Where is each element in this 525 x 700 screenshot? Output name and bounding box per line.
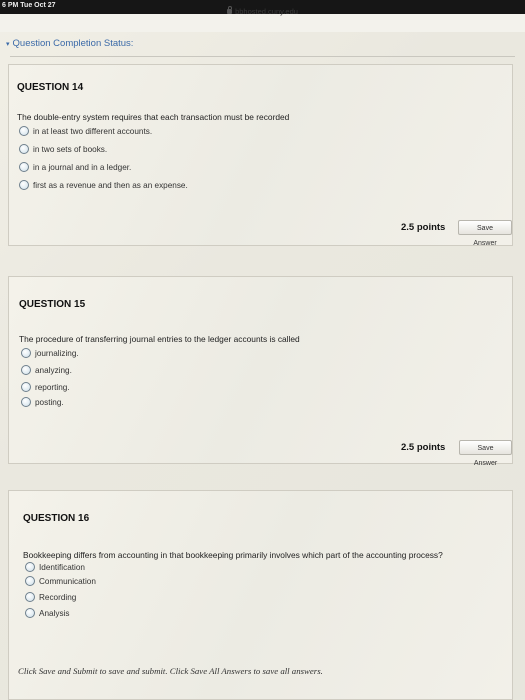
option-a[interactable]: in at least two different accounts. — [19, 126, 152, 136]
option-label: analyzing. — [35, 365, 72, 375]
address-bar[interactable]: bbhosted.cuny.edu — [0, 0, 525, 22]
radio-button[interactable] — [21, 348, 31, 358]
lock-icon — [227, 6, 233, 14]
option-label: Recording — [39, 592, 77, 602]
question-title: QUESTION 16 — [23, 513, 90, 524]
question-title: QUESTION 14 — [17, 82, 84, 93]
url-text: bbhosted.cuny.edu — [235, 7, 298, 16]
radio-button[interactable] — [21, 397, 31, 407]
option-label: reporting. — [35, 382, 70, 392]
option-label: Analysis — [39, 608, 70, 618]
option-d[interactable]: first as a revenue and then as an expens… — [19, 180, 188, 190]
points-label: 2.5 points — [401, 222, 446, 233]
question-prompt: The procedure of transferring journal en… — [19, 334, 300, 344]
option-a[interactable]: journalizing. — [21, 348, 79, 358]
option-d[interactable]: posting. — [21, 397, 64, 407]
radio-button[interactable] — [19, 162, 29, 172]
option-label: Communication — [39, 576, 96, 586]
divider — [10, 56, 515, 57]
question-14-box: QUESTION 14 The double-entry system requ… — [8, 64, 513, 247]
radio-button[interactable] — [21, 382, 31, 392]
option-a[interactable]: Identification — [25, 562, 85, 572]
option-b[interactable]: in two sets of books. — [19, 144, 107, 154]
option-label: in two sets of books. — [33, 144, 108, 154]
option-b[interactable]: Communication — [25, 576, 96, 586]
option-label: posting. — [35, 397, 64, 407]
radio-button[interactable] — [21, 365, 31, 375]
option-label: in a journal and in a ledger. — [33, 162, 132, 172]
url-display[interactable]: bbhosted.cuny.edu — [227, 6, 298, 16]
option-label: in at least two different accounts. — [33, 126, 153, 136]
option-c[interactable]: reporting. — [21, 382, 70, 392]
question-15-box: QUESTION 15 The procedure of transferrin… — [8, 276, 513, 467]
question-title: QUESTION 15 — [19, 299, 86, 310]
radio-button[interactable] — [25, 608, 35, 618]
option-label: first as a revenue and then as an expens… — [33, 180, 188, 190]
option-d[interactable]: Analysis — [25, 608, 70, 618]
question-completion-status[interactable]: ▾ Question Completion Status: — [6, 38, 133, 49]
option-label: Identification — [39, 562, 85, 572]
points-label: 2.5 points — [401, 442, 446, 453]
radio-button[interactable] — [19, 144, 29, 154]
question-prompt: Bookkeeping differs from accounting in t… — [23, 550, 443, 560]
option-c[interactable]: Recording — [25, 592, 76, 602]
radio-button[interactable] — [25, 592, 35, 602]
option-label: journalizing. — [35, 348, 79, 358]
completion-status-label: Question Completion Status: — [12, 38, 134, 49]
option-c[interactable]: in a journal and in a ledger. — [19, 162, 131, 172]
option-b[interactable]: analyzing. — [21, 365, 72, 375]
expand-triangle-icon: ▾ — [6, 41, 10, 48]
radio-button[interactable] — [25, 562, 35, 572]
radio-button[interactable] — [19, 126, 29, 136]
radio-button[interactable] — [25, 576, 35, 586]
footer-instructions: Click Save and Submit to save and submit… — [18, 666, 323, 676]
question-prompt: The double-entry system requires that ea… — [17, 112, 290, 122]
save-answer-button[interactable]: Save Answer — [459, 440, 512, 467]
radio-button[interactable] — [19, 180, 29, 190]
save-answer-button[interactable]: Save Answer — [458, 220, 512, 247]
